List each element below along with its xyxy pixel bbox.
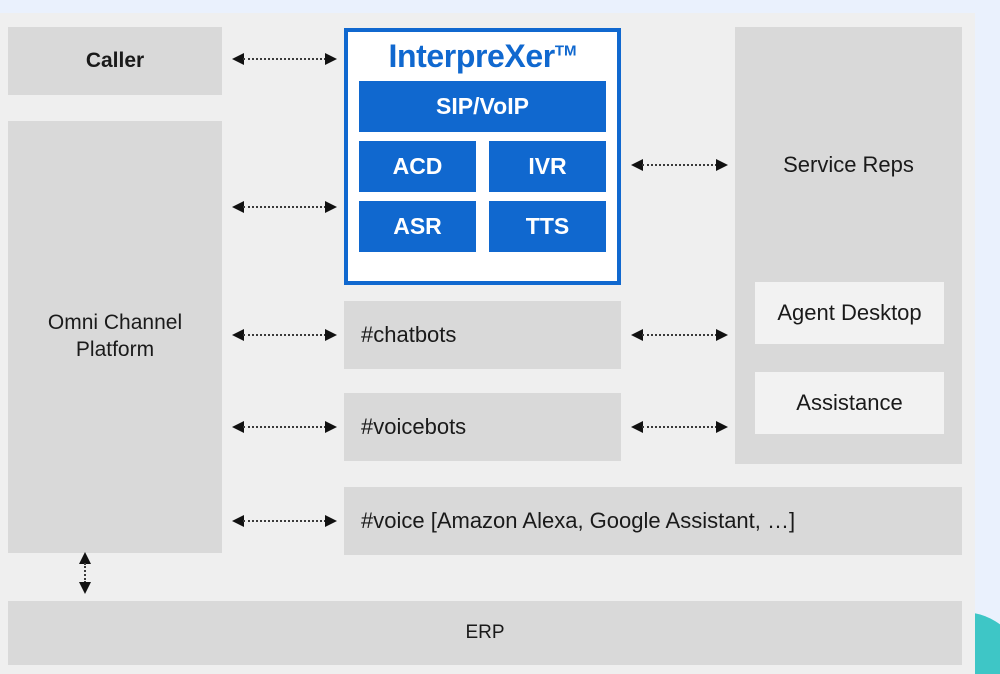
trademark-icon: TM [554,42,577,60]
service-reps-panel: Service Reps Agent Desktop Assistance [735,27,962,464]
tile-tts-label: TTS [525,212,570,239]
tile-tts[interactable]: TTS [489,200,606,252]
service-reps-label: Service Reps [783,151,914,177]
agent-desktop-label: Agent Desktop [777,300,922,325]
erp-block: ERP [8,601,962,665]
tile-ivr-label: IVR [528,152,567,179]
omni-channel-platform-label: Omni Channel Platform [47,311,183,361]
erp-label: ERP [465,622,505,643]
caller-label: Caller [85,49,145,72]
agent-desktop-block[interactable]: Agent Desktop [755,282,944,344]
tile-sip-voip-label: SIP/VoIP [436,92,529,119]
tile-ivr[interactable]: IVR [489,140,606,192]
voicebots-block: #voicebots [344,393,621,461]
diagram-canvas: Caller Omni Channel Platform InterpreXer… [0,0,1000,674]
caller-block: Caller [8,27,222,95]
interprexer-panel: InterpreXerTM SIP/VoIP ACD IVR ASR TTS [344,28,621,285]
tile-acd[interactable]: ACD [359,140,476,192]
tile-row-asr-tts: ASR TTS [359,200,606,252]
chatbots-label: #chatbots [361,322,457,347]
tile-row-acd-ivr: ACD IVR [359,140,606,192]
assistance-block[interactable]: Assistance [755,372,944,434]
interprexer-title: InterpreXerTM [359,38,606,74]
chatbots-block: #chatbots [344,301,621,369]
voicebots-label: #voicebots [361,414,467,439]
voice-assistants-label: #voice [Amazon Alexa, Google Assistant, … [361,508,796,533]
assistance-label: Assistance [796,390,903,415]
service-reps-heading: Service Reps [735,27,962,302]
tile-asr-label: ASR [393,212,442,239]
tile-sip-voip[interactable]: SIP/VoIP [359,80,606,132]
interprexer-title-text: InterpreXer [388,38,555,74]
voice-assistants-block: #voice [Amazon Alexa, Google Assistant, … [344,487,962,555]
omni-channel-platform-block: Omni Channel Platform [8,121,222,553]
tile-asr[interactable]: ASR [359,200,476,252]
tile-acd-label: ACD [392,152,443,179]
